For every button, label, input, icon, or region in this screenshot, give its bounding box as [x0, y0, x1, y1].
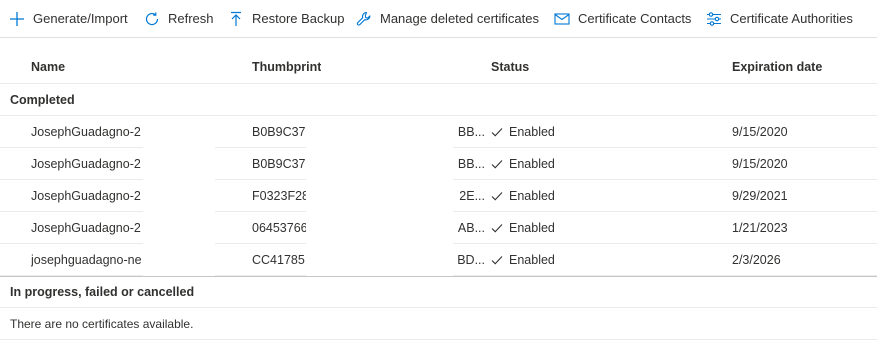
plus-icon: [8, 10, 26, 28]
group-label: In progress, failed or cancelled: [10, 285, 195, 299]
status-cell: Enabled: [491, 148, 555, 179]
certificate-name-link[interactable]: JosephGuadagno-2: [31, 212, 143, 243]
empty-state-message: There are no certificates available.: [10, 316, 194, 331]
thumbprint-tail: 2E...: [459, 188, 485, 203]
expiration-date: 1/21/2023: [732, 220, 788, 235]
thumbprint-value: B0B9C37: [252, 124, 306, 139]
upload-icon: [227, 10, 245, 28]
thumbprint-value: CC41785: [252, 252, 305, 267]
column-header-expiration-date[interactable]: Expiration date: [732, 50, 822, 83]
empty-state-row: There are no certificates available.: [0, 308, 877, 340]
thumbprint-tail: BD...: [457, 252, 485, 267]
checkmark-icon: [491, 222, 503, 234]
generate-import-button[interactable]: Generate/Import: [8, 0, 128, 38]
refresh-icon: [143, 10, 161, 28]
status-cell: Enabled: [491, 244, 555, 275]
refresh-button[interactable]: Refresh: [143, 0, 214, 38]
checkmark-icon: [491, 126, 503, 138]
status-text: Enabled: [509, 156, 555, 171]
expiration-date: 2/3/2026: [732, 252, 781, 267]
group-header-completed[interactable]: Completed: [0, 84, 877, 116]
certificate-contacts-button[interactable]: Certificate Contacts: [553, 0, 691, 38]
group-header-in-progress[interactable]: In progress, failed or cancelled: [0, 276, 877, 308]
expiration-date: 9/15/2020: [732, 156, 788, 171]
certificate-name-link[interactable]: josephguadagno-ne: [31, 244, 143, 275]
certificate-name-link[interactable]: JosephGuadagno-2: [31, 148, 143, 179]
status-cell: Enabled: [491, 212, 555, 243]
checkmark-icon: [491, 254, 503, 266]
wrench-icon: [355, 10, 373, 28]
checkmark-icon: [491, 158, 503, 170]
redaction-mask: [306, 116, 453, 276]
redaction-mask: [143, 116, 215, 276]
status-text: Enabled: [509, 124, 555, 139]
manage-deleted-certificates-button[interactable]: Manage deleted certificates: [355, 0, 539, 38]
thumbprint-tail: AB...: [457, 220, 485, 235]
thumbprint-value: B0B9C37: [252, 156, 306, 171]
table-header: Name Thumbprint Status Expiration date: [0, 50, 877, 84]
status-text: Enabled: [509, 188, 555, 203]
certificate-name-link[interactable]: JosephGuadagno-2: [31, 116, 143, 147]
settings-sliders-icon: [705, 10, 723, 28]
column-header-name[interactable]: Name: [31, 50, 65, 83]
expiration-date: 9/15/2020: [732, 124, 788, 139]
thumbprint-value: 06453766: [252, 220, 306, 235]
status-cell: Enabled: [491, 116, 555, 147]
restore-backup-button[interactable]: Restore Backup: [227, 0, 345, 38]
certificate-name-link[interactable]: JosephGuadagno-2: [31, 180, 143, 211]
group-label: Completed: [10, 92, 75, 107]
certificate-authorities-button[interactable]: Certificate Authorities: [705, 0, 853, 38]
thumbprint-tail: BB...: [457, 124, 485, 139]
status-text: Enabled: [509, 220, 555, 235]
status-cell: Enabled: [491, 180, 555, 211]
mail-icon: [553, 10, 571, 28]
thumbprint-tail: BB...: [457, 156, 485, 171]
column-header-thumbprint[interactable]: Thumbprint: [252, 50, 321, 83]
command-bar: Generate/Import Refresh Restore Backup M…: [0, 0, 877, 38]
column-header-status[interactable]: Status: [491, 50, 529, 83]
status-text: Enabled: [509, 252, 555, 267]
thumbprint-value: F0323F28: [252, 188, 306, 203]
checkmark-icon: [491, 190, 503, 202]
expiration-date: 9/29/2021: [732, 188, 788, 203]
